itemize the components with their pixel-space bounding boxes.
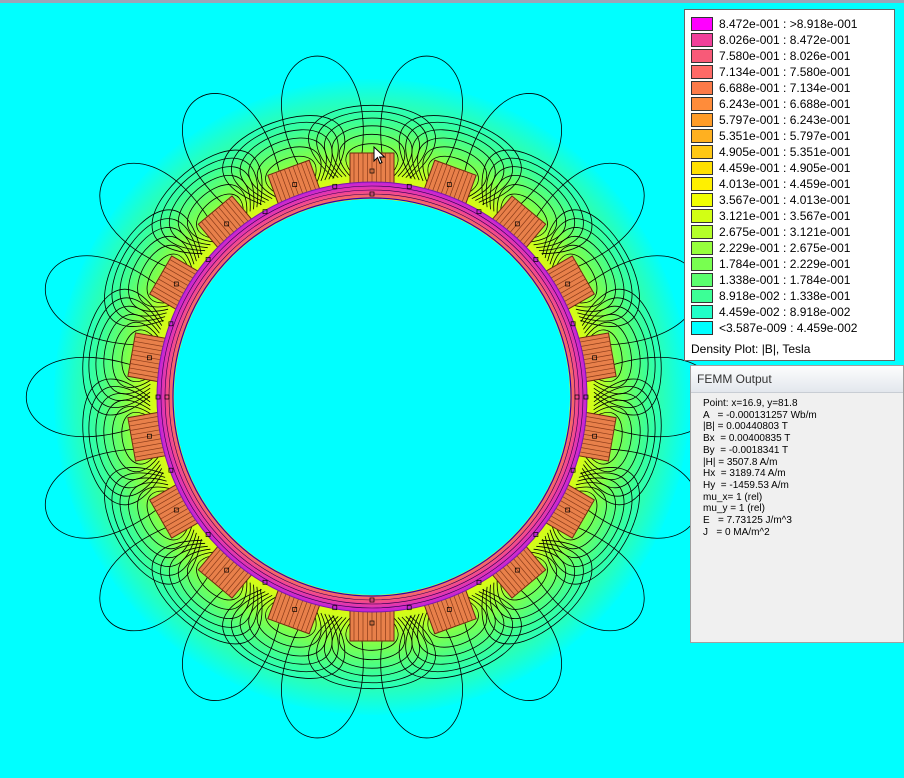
legend-swatch xyxy=(691,81,713,95)
readout-line: |B| = 0.00440803 T xyxy=(703,421,788,433)
legend-swatch xyxy=(691,97,713,111)
legend-swatch xyxy=(691,289,713,303)
legend-range-label: 5.797e-001 : 6.243e-001 xyxy=(719,113,851,127)
legend-range-label: 4.905e-001 : 5.351e-001 xyxy=(719,145,851,159)
legend-range-label: 7.580e-001 : 8.026e-001 xyxy=(719,49,851,63)
legend-range-label: 4.459e-002 : 8.918e-002 xyxy=(719,305,851,319)
readout-line: J = 0 MA/m^2 xyxy=(703,526,770,538)
legend-swatch xyxy=(691,321,713,335)
legend-range-label: 7.134e-001 : 7.580e-001 xyxy=(719,65,851,79)
legend-range-label: 2.675e-001 : 3.121e-001 xyxy=(719,225,851,239)
legend-swatch xyxy=(691,145,713,159)
legend-range-label: 4.013e-001 : 4.459e-001 xyxy=(719,177,851,191)
legend-swatch xyxy=(691,305,713,319)
legend-range-label: 6.243e-001 : 6.688e-001 xyxy=(719,97,851,111)
readout-line: mu_x= 1 (rel) xyxy=(703,491,763,503)
femm-output-window[interactable]: FEMM Output Point: x=16.9, y=81.8 A = -0.… xyxy=(690,365,904,643)
legend-swatch xyxy=(691,161,713,175)
legend-swatch xyxy=(691,193,713,207)
legend-range-label: 4.459e-001 : 4.905e-001 xyxy=(719,161,851,175)
legend-swatch xyxy=(691,65,713,79)
legend-range-label: 1.784e-001 : 2.229e-001 xyxy=(719,257,851,271)
legend-range-label: 1.338e-001 : 1.784e-001 xyxy=(719,273,851,287)
legend-range-label: 2.229e-001 : 2.675e-001 xyxy=(719,241,851,255)
legend-range-label: 8.918e-002 : 1.338e-001 xyxy=(719,289,851,303)
output-readout: Point: x=16.9, y=81.8 A = -0.000131257 Wb… xyxy=(703,398,817,538)
readout-line: E = 7.73125 J/m^3 xyxy=(703,515,792,527)
readout-line: Point: x=16.9, y=81.8 xyxy=(703,398,798,409)
legend-range-label: 5.351e-001 : 5.797e-001 xyxy=(719,129,851,143)
legend-range-label: <3.587e-009 : 4.459e-002 xyxy=(719,321,858,335)
legend-caption: Density Plot: |B|, Tesla xyxy=(691,342,811,356)
density-legend: 8.472e-001 : >8.918e-001 8.026e-001 : 8.4… xyxy=(684,9,895,361)
readout-line: Hy = -1459.53 A/m xyxy=(703,479,789,491)
legend-swatch xyxy=(691,241,713,255)
readout-line: Hx = 3189.74 A/m xyxy=(703,468,786,480)
mouse-pointer-icon xyxy=(373,146,386,165)
legend-swatch xyxy=(691,209,713,223)
legend-range-label: 8.026e-001 : 8.472e-001 xyxy=(719,33,851,47)
legend-swatch xyxy=(691,177,713,191)
air-gap xyxy=(174,199,570,595)
legend-swatch xyxy=(691,17,713,31)
legend-swatch xyxy=(691,273,713,287)
readout-line: A = -0.000131257 Wb/m xyxy=(703,409,817,421)
readout-line: By = -0.0018341 T xyxy=(703,444,789,456)
legend-swatch xyxy=(691,225,713,239)
legend-range-label: 8.472e-001 : >8.918e-001 xyxy=(719,17,858,31)
legend-swatch xyxy=(691,33,713,47)
legend-range-label: 6.688e-001 : 7.134e-001 xyxy=(719,81,851,95)
legend-swatch xyxy=(691,113,713,127)
readout-line: Bx = 0.00400835 T xyxy=(703,433,791,445)
readout-line: mu_y = 1 (rel) xyxy=(703,503,765,515)
output-title[interactable]: FEMM Output xyxy=(691,366,903,393)
legend-swatch xyxy=(691,257,713,271)
readout-line: |H| = 3507.8 A/m xyxy=(703,456,778,468)
legend-range-label: 3.567e-001 : 4.013e-001 xyxy=(719,193,851,207)
legend-swatch xyxy=(691,49,713,63)
legend-swatch xyxy=(691,129,713,143)
legend-range-label: 3.121e-001 : 3.567e-001 xyxy=(719,209,851,223)
